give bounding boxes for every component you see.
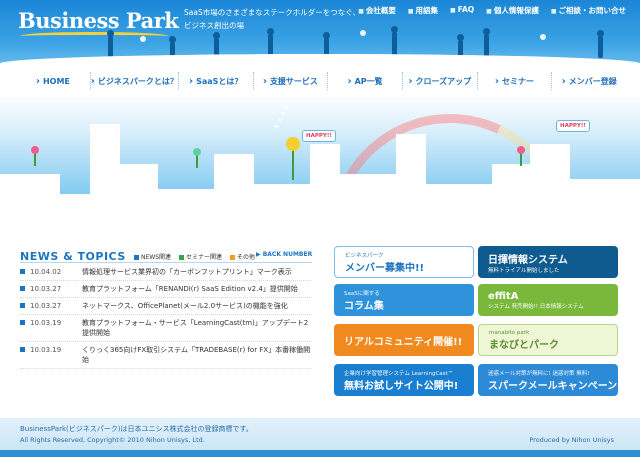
banner-spark-mail[interactable]: 迷惑メール対策が無料に! 迷惑対策 無料! スパークメールキャンペーン [478,364,618,396]
news-item[interactable]: 10.04.02 情報処理サービス業界初の「カーボンフットプリント」マーク表示 [20,264,312,281]
news-list: 10.04.02 情報処理サービス業界初の「カーボンフットプリント」マーク表示 … [20,264,312,369]
nav-home[interactable]: HOME [16,72,90,90]
trademark-notice: BusinessPark(ビジネスパーク)は日本ユニシス株式会社の登録商標です。 [20,425,253,433]
banner-nikki-info[interactable]: 日揮情報システム 無料トライアル開始しました [478,246,618,278]
hero-cityscape: SaaS HAPPY!! HAPPY!! [0,94,640,244]
news-date: 10.03.27 [30,302,62,310]
news-item[interactable]: 10.03.27 教育プラットフォーム「RENANDI(r) SaaS Edit… [20,281,312,298]
news-bullet-icon [20,286,25,291]
news-text[interactable]: ネットマークス、OfficePlanet(メール2.0サービス)の機能を強化 [82,301,312,311]
flower-icon [517,146,525,166]
logo-text: Business Park [18,8,179,33]
building-shape [530,144,570,244]
building-shape [156,189,216,244]
copyright: All Rights Reserved, Copyright© 2010 Nih… [20,436,205,444]
building-shape [252,184,312,244]
tagline-line1: SaaS市場のさまざまなステークホルダーをつなぐ、 [184,8,360,17]
building-shape [338,174,398,244]
site-header: Business Park SaaS市場のさまざまなステークホルダーをつなぐ、 … [0,0,640,70]
back-number-link[interactable]: ▶ BACK NUMBER [256,251,312,258]
link-glossary[interactable]: 用語集 [408,5,439,16]
link-privacy[interactable]: 個人情報保護 [486,5,539,16]
nav-about-saas[interactable]: SaaSとは？ [177,72,253,90]
banner-real-community[interactable]: リアルコミュニティ開催!! [334,324,474,356]
person-silhouette [107,30,114,58]
news-text[interactable]: 教育プラットフォーム・サービス「LearningCast(tm)」アップデート2… [82,318,312,338]
news-item[interactable]: 10.03.27 ネットマークス、OfficePlanet(メール2.0サービス… [20,298,312,315]
news-date: 10.03.27 [30,285,62,293]
legend-other: その他 [230,252,255,261]
news-bullet-icon [20,320,25,325]
legend-news: NEWS関連 [134,252,171,261]
building-shape [214,154,254,244]
news-divider [20,262,312,263]
news-item[interactable]: 10.03.19 くりっく365向けFX取引システム「TRADEBASE(r) … [20,342,312,369]
nav-member-register[interactable]: メンバー登録 [551,72,626,90]
building-shape [310,144,340,244]
building-shape [396,134,426,244]
saas-label: SaaS [273,100,292,131]
news-bullet-icon [20,303,25,308]
news-text[interactable]: 教育プラットフォーム「RENANDI(r) SaaS Edition v2.4」… [82,284,312,294]
building-shape [55,194,95,244]
building-shape [424,184,494,244]
flower-icon [31,146,39,166]
banner-effita[interactable]: effitA システム 発売開始!! 日本情報システム [478,284,618,316]
banner-manabito-park[interactable]: manabito park まなびとパーク [478,324,618,356]
building-shape [492,164,532,244]
news-date: 10.03.19 [30,319,62,327]
news-text[interactable]: くりっく365向けFX取引システム「TRADEBASE(r) for FX」本番… [82,345,312,365]
legend-seminar: セミナー関連 [179,252,222,261]
banner-member-recruit[interactable]: ビジネスパーク メンバー募集中!! [334,246,474,278]
building-shape [0,174,60,244]
news-legend: NEWS関連 セミナー関連 その他 [134,252,255,261]
building-shape [118,164,158,244]
link-company[interactable]: 会社概要 [358,5,396,16]
site-footer: BusinessPark(ビジネスパーク)は日本ユニシス株式会社の登録商標です。… [0,418,640,457]
person-silhouette [597,30,604,58]
news-bullet-icon [20,347,25,352]
building-shape [568,179,640,244]
news-text[interactable]: 情報処理サービス業界初の「カーボンフットプリント」マーク表示 [82,267,312,277]
news-date: 10.03.19 [30,346,62,354]
happy-bubble: HAPPY!! [302,130,336,142]
nav-about-park[interactable]: ビジネスパークとは？ [89,72,178,90]
utility-nav: 会社概要 用語集 FAQ 個人情報保護 ご相談・お問い合せ [358,5,626,16]
link-faq[interactable]: FAQ [450,5,474,16]
nav-closeup[interactable]: クローズアップ [401,72,477,90]
main-nav: HOME ビジネスパークとは？ SaaSとは？ 支援サービス AP一覧 クローズ… [16,72,626,90]
footer-stripe [0,450,640,457]
banner-learningcast[interactable]: 企業向け学習管理システム LearningCast™ 無料お試しサイト公開中! [334,364,474,396]
news-bullet-icon [20,269,25,274]
building-shape [90,124,120,244]
site-logo[interactable]: Business Park [18,8,179,35]
news-item[interactable]: 10.03.19 教育プラットフォーム・サービス「LearningCast(tm… [20,315,312,342]
bubble-decoration [140,36,146,42]
legend-swatch [230,255,236,260]
sunflower-icon [286,137,300,180]
nav-seminar[interactable]: セミナー [476,72,552,90]
header-ground [0,54,640,70]
bubble-decoration [540,34,546,40]
news-date: 10.04.02 [30,268,62,276]
banner-column[interactable]: SaaSに関する コラム集 [334,284,474,316]
flower-icon [193,148,201,168]
bubble-decoration [360,30,366,36]
nav-ap-list[interactable]: AP一覧 [327,72,402,90]
legend-swatch [179,255,185,260]
nav-support[interactable]: 支援サービス [252,72,328,90]
legend-swatch [134,255,139,260]
link-contact[interactable]: ご相談・お問い合せ [551,5,627,16]
produced-by: Produced by Nihon Unisys [529,436,614,444]
happy-bubble: HAPPY!! [556,120,590,132]
